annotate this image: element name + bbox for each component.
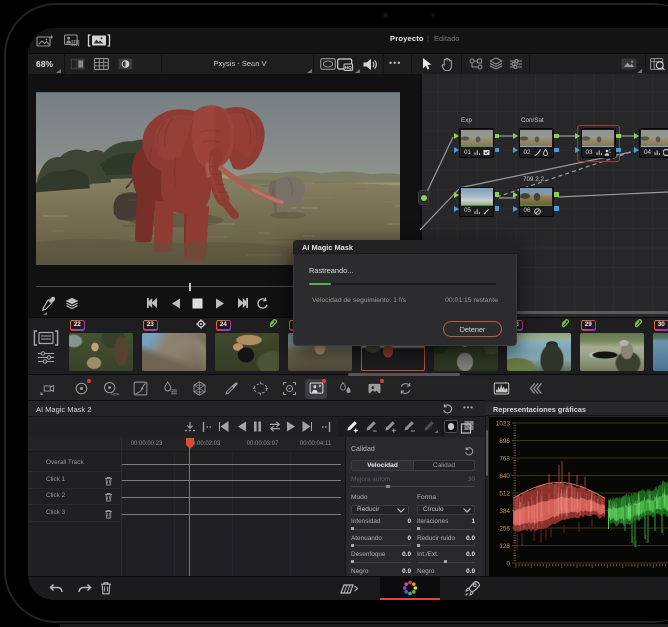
svg-text:HDR: HDR — [111, 393, 119, 397]
svg-text:0: 0 — [506, 560, 510, 567]
svg-text:HQ: HQ — [345, 65, 352, 70]
svg-text:384: 384 — [499, 508, 510, 515]
svg-text:128: 128 — [499, 543, 510, 550]
svg-text:1023: 1023 — [496, 420, 511, 427]
svg-text:512: 512 — [499, 490, 510, 497]
svg-text:640: 640 — [499, 473, 510, 480]
svg-text:768: 768 — [499, 455, 510, 462]
svg-text:896: 896 — [499, 438, 510, 445]
svg-text:256: 256 — [499, 525, 510, 532]
